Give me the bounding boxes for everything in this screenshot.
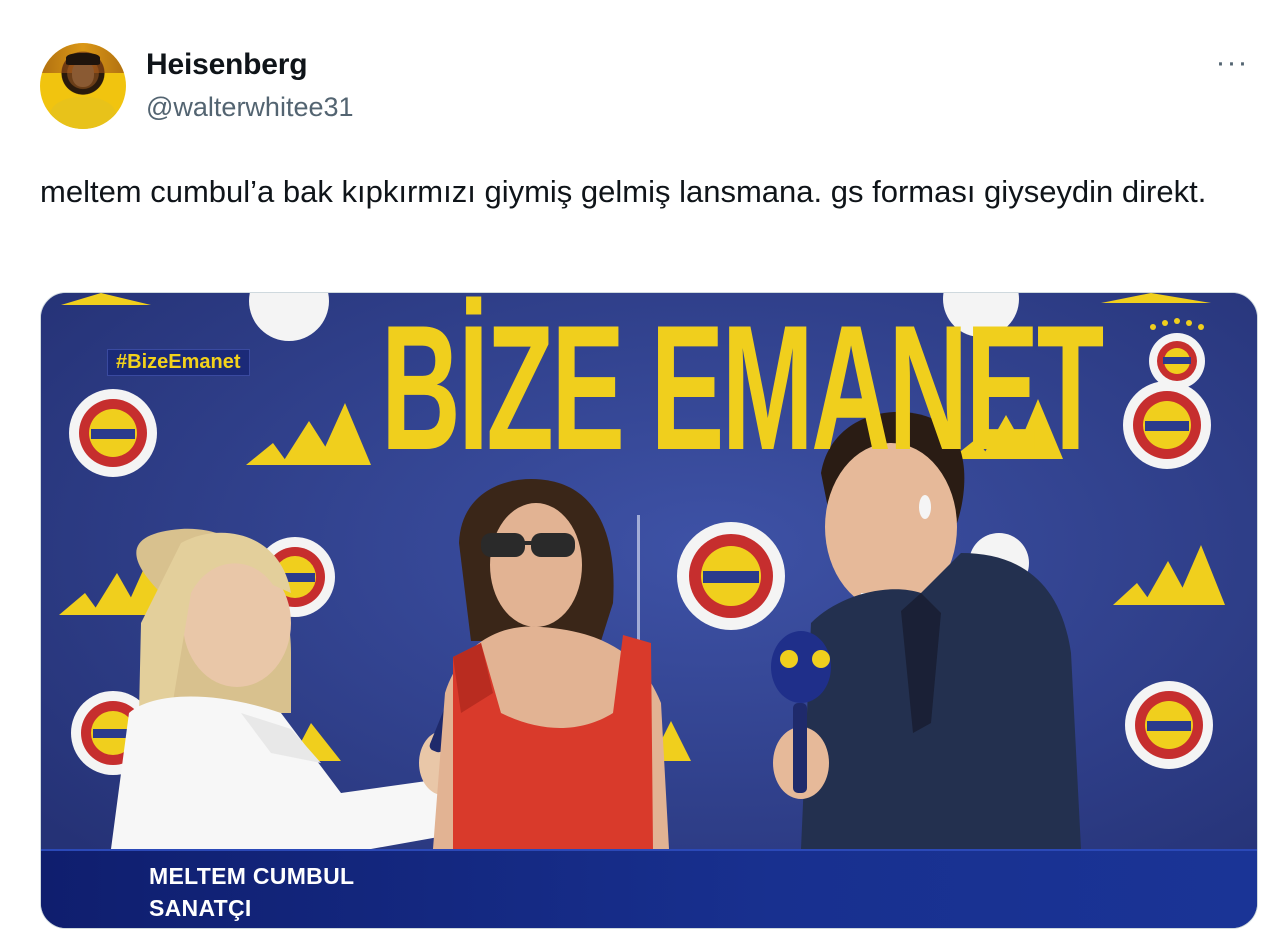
author-avatar[interactable] (40, 43, 126, 129)
tweet-media-image[interactable]: BİZE EMANET #BizeEmanet MELTEM CUMBUL SA… (40, 292, 1258, 929)
more-options-icon[interactable]: ··· (1212, 48, 1252, 84)
lower-third-name: MELTEM CUMBUL (149, 863, 355, 889)
avatar-figure-body (50, 97, 116, 129)
earbud-icon (919, 495, 931, 519)
lower-third-title: SANATÇI (149, 895, 252, 921)
tweet-card: Heisenberg @walterwhitee31 ··· meltem cu… (0, 0, 1280, 935)
author-handle[interactable]: @walterwhitee31 (146, 92, 354, 123)
avatar-figure-hat (66, 53, 100, 65)
sunglasses-icon (481, 533, 525, 557)
tweet-text: meltem cumbul’a bak kıpkırmızı giymiş ge… (40, 174, 1207, 209)
media-headline: BİZE EMANET (381, 292, 1104, 487)
lower-third-banner: MELTEM CUMBUL SANATÇI (41, 849, 1257, 928)
author-display-name[interactable]: Heisenberg (146, 48, 308, 82)
media-hashtag: #BizeEmanet (107, 349, 250, 376)
